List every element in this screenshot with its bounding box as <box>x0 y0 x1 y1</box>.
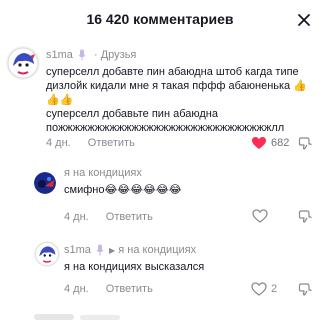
reply-actions: 4 дн. Ответить <box>64 211 153 223</box>
like-button[interactable]: 682 <box>251 136 289 150</box>
mic-icon <box>78 49 86 61</box>
reply-button[interactable]: Ответить <box>106 283 153 295</box>
close-icon[interactable] <box>296 12 312 28</box>
heart-outline-icon[interactable] <box>252 209 268 223</box>
comment-item: s1ma · Друзья суперселл добавте пин абаюд… <box>0 40 320 160</box>
avatar[interactable] <box>6 46 40 80</box>
dislike-icon[interactable] <box>298 136 312 150</box>
comment-time: 4 дн. <box>46 137 71 149</box>
heart-filled-icon <box>252 137 266 149</box>
like-count: 2 <box>271 283 278 295</box>
heart-outline-icon <box>251 282 267 296</box>
comments-count-title: 16 420 комментариев <box>86 11 234 27</box>
comment-text-line: суперселл добавьте пин абаюдна <box>46 108 218 120</box>
mic-icon <box>96 244 104 256</box>
reply-actions: 4 дн. Ответить <box>64 283 153 295</box>
comment-actions: 4 дн. Ответить <box>46 137 135 149</box>
reply-arrow-icon: ▶ <box>109 246 116 255</box>
like-button[interactable]: 2 <box>251 282 277 296</box>
dislike-icon[interactable] <box>298 209 312 223</box>
like-count: 682 <box>271 137 290 149</box>
comment-text-line: пожжжжжжжжжжжжжжжжжжжжжжжжжжжжжлл <box>46 122 285 134</box>
reply-item: я на кондициях смифно😂😂😂😂😂😂 4 дн. Ответи… <box>0 160 320 240</box>
reply-button[interactable]: Ответить <box>106 211 153 223</box>
reply-username[interactable]: s1ma <box>64 244 91 256</box>
reply-meta: s1ma ▶ я на кондициях <box>64 244 196 256</box>
dislike-icon[interactable] <box>298 282 312 296</box>
reply-text: я на кондициях высказался <box>64 261 205 273</box>
avatar[interactable] <box>34 172 56 194</box>
reply-meta: я на кондициях <box>64 167 142 179</box>
friends-label: Друзья <box>100 49 137 61</box>
reply-to-username[interactable]: я на кондициях <box>118 244 196 256</box>
comment-meta: s1ma · Друзья <box>46 49 137 61</box>
reply-username[interactable]: я на кондициях <box>64 167 142 179</box>
next-comment-peek <box>0 312 320 320</box>
comment-text-line: дизлойк кидали мне я такая пффф абаюнень… <box>46 80 307 106</box>
avatar[interactable] <box>34 241 60 267</box>
comments-header: 16 420 комментариев <box>0 0 320 40</box>
comment-username[interactable]: s1ma <box>46 49 73 61</box>
reply-item: s1ma ▶ я на кондициях я на кондициях выс… <box>0 240 320 312</box>
reply-time: 4 дн. <box>64 211 89 223</box>
reply-text: смифно😂😂😂😂😂😂 <box>64 184 182 196</box>
comment-text: суперселл добавте пин абаюдна штоб кагда… <box>46 65 316 135</box>
reply-button[interactable]: Ответить <box>88 137 135 149</box>
reply-time: 4 дн. <box>64 283 89 295</box>
comment-text-line: суперселл добавте пин абаюдна штоб кагда… <box>46 66 299 78</box>
